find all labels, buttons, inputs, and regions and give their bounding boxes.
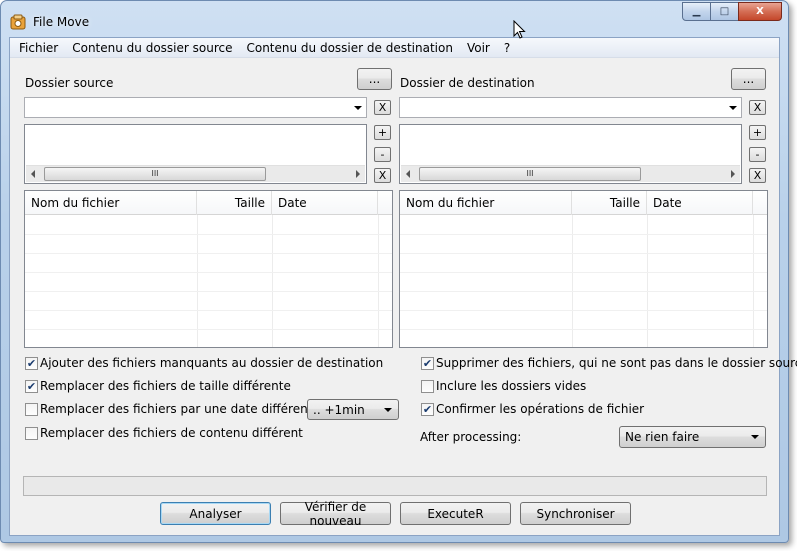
menu-help[interactable]: ? bbox=[497, 38, 517, 58]
source-clear-list-button[interactable]: X bbox=[374, 168, 391, 183]
checkbox-replace-size[interactable]: ✔ bbox=[25, 380, 38, 393]
checkbox-add-missing[interactable]: ✔ bbox=[25, 357, 38, 370]
column-header-size[interactable]: Taille bbox=[197, 191, 272, 215]
table-row bbox=[25, 235, 392, 254]
analyze-button[interactable]: Analyser bbox=[160, 502, 271, 525]
checkbox-delete-extra[interactable]: ✔ bbox=[421, 357, 434, 370]
menu-fichier[interactable]: Fichier bbox=[12, 38, 65, 58]
minimize-button[interactable]: ▁ bbox=[682, 2, 711, 21]
destination-files-table[interactable]: Nom du fichier Taille Date bbox=[399, 190, 768, 348]
destination-list-hscrollbar[interactable]: III bbox=[401, 165, 740, 182]
option-label: Remplacer des fichiers par une date diff… bbox=[40, 402, 320, 416]
chevron-down-icon bbox=[751, 435, 759, 439]
scroll-right-icon[interactable] bbox=[356, 170, 360, 178]
recheck-button[interactable]: Vérifier de nouveau bbox=[280, 500, 391, 528]
chevron-down-icon bbox=[384, 407, 392, 412]
source-path-combo[interactable] bbox=[24, 97, 367, 118]
scroll-thumb[interactable]: III bbox=[44, 167, 266, 181]
minimize-icon: ▁ bbox=[692, 6, 701, 17]
scroll-right-icon[interactable] bbox=[731, 170, 735, 178]
destination-add-folder-button[interactable]: + bbox=[749, 125, 766, 140]
close-icon: X bbox=[756, 6, 764, 17]
scroll-left-icon[interactable] bbox=[406, 170, 410, 178]
scroll-left-icon[interactable] bbox=[31, 170, 35, 178]
checkbox-confirm-ops[interactable]: ✔ bbox=[421, 403, 434, 416]
execute-button[interactable]: ExecuteR bbox=[400, 502, 511, 525]
option-label: Confirmer les opérations de fichier bbox=[436, 402, 645, 416]
menu-voir[interactable]: Voir bbox=[460, 38, 497, 58]
option-label: Inclure les dossiers vides bbox=[436, 379, 587, 393]
table-row bbox=[25, 254, 392, 273]
source-folder-label: Dossier source bbox=[25, 76, 114, 90]
table-row bbox=[400, 235, 767, 254]
source-remove-folder-button[interactable]: - bbox=[374, 147, 391, 162]
column-header-name[interactable]: Nom du fichier bbox=[400, 191, 572, 215]
source-table-header: Nom du fichier Taille Date bbox=[25, 191, 392, 215]
date-tolerance-dropdown[interactable]: .. +1min bbox=[307, 399, 399, 420]
status-bar bbox=[23, 476, 767, 496]
synchronize-button[interactable]: Synchroniser bbox=[520, 502, 631, 525]
option-label: Supprimer des fichiers, qui ne sont pas … bbox=[436, 356, 797, 370]
source-browse-button[interactable]: ... bbox=[357, 68, 392, 90]
source-add-folder-button[interactable]: + bbox=[374, 125, 391, 140]
destination-folder-label: Dossier de destination bbox=[400, 76, 535, 90]
source-folders-list[interactable]: III bbox=[24, 124, 367, 184]
mouse-cursor-icon bbox=[513, 20, 526, 39]
table-row bbox=[400, 254, 767, 273]
destination-clear-path-button[interactable]: X bbox=[749, 100, 766, 115]
table-row bbox=[25, 292, 392, 311]
chevron-down-icon bbox=[729, 105, 737, 110]
table-row bbox=[400, 311, 767, 330]
title-bar[interactable]: File Move ▁ □ X bbox=[1, 1, 788, 37]
destination-table-header: Nom du fichier Taille Date bbox=[400, 191, 767, 215]
table-row bbox=[400, 292, 767, 311]
source-list-hscrollbar[interactable]: III bbox=[26, 165, 365, 182]
app-icon bbox=[10, 14, 26, 30]
checkbox-replace-content[interactable] bbox=[25, 427, 38, 440]
after-processing-value: Ne rien faire bbox=[625, 430, 700, 444]
checkbox-include-empty[interactable] bbox=[421, 380, 434, 393]
table-row bbox=[400, 273, 767, 292]
maximize-button[interactable]: □ bbox=[710, 2, 739, 21]
destination-clear-list-button[interactable]: X bbox=[749, 168, 766, 183]
source-files-table[interactable]: Nom du fichier Taille Date bbox=[24, 190, 393, 348]
window-controls: ▁ □ X bbox=[682, 2, 782, 21]
scroll-thumb[interactable]: III bbox=[419, 167, 641, 181]
option-label: Remplacer des fichiers de taille différe… bbox=[40, 379, 291, 393]
destination-remove-folder-button[interactable]: - bbox=[749, 147, 766, 162]
option-label: Ajouter des fichiers manquants au dossie… bbox=[40, 356, 384, 370]
window-title: File Move bbox=[33, 15, 90, 29]
column-header-name[interactable]: Nom du fichier bbox=[25, 191, 197, 215]
column-header-date[interactable]: Date bbox=[647, 191, 753, 215]
destination-browse-button[interactable]: ... bbox=[731, 68, 766, 90]
source-clear-path-button[interactable]: X bbox=[374, 100, 391, 115]
option-label: Remplacer des fichiers de contenu différ… bbox=[40, 426, 303, 440]
destination-folders-list[interactable]: III bbox=[399, 124, 742, 184]
after-processing-dropdown[interactable]: Ne rien faire bbox=[619, 426, 766, 448]
column-header-size[interactable]: Taille bbox=[572, 191, 647, 215]
after-processing-label: After processing: bbox=[420, 430, 522, 444]
table-row bbox=[25, 273, 392, 292]
app-window: File Move ▁ □ X Fichier Contenu du dossi… bbox=[0, 0, 797, 543]
menu-source-contents[interactable]: Contenu du dossier source bbox=[65, 38, 239, 58]
column-header-date[interactable]: Date bbox=[272, 191, 378, 215]
close-button[interactable]: X bbox=[738, 2, 782, 21]
checkbox-replace-date[interactable] bbox=[25, 403, 38, 416]
table-row bbox=[400, 216, 767, 235]
client-area: Fichier Contenu du dossier source Conten… bbox=[9, 37, 797, 536]
maximize-icon: □ bbox=[719, 6, 730, 17]
table-row bbox=[25, 216, 392, 235]
table-row bbox=[25, 311, 392, 330]
date-tolerance-value: .. +1min bbox=[313, 402, 365, 417]
destination-path-combo[interactable] bbox=[399, 97, 742, 118]
chevron-down-icon bbox=[354, 105, 362, 110]
menu-bar: Fichier Contenu du dossier source Conten… bbox=[10, 38, 779, 58]
menu-destination-contents[interactable]: Contenu du dossier de destination bbox=[239, 38, 459, 58]
